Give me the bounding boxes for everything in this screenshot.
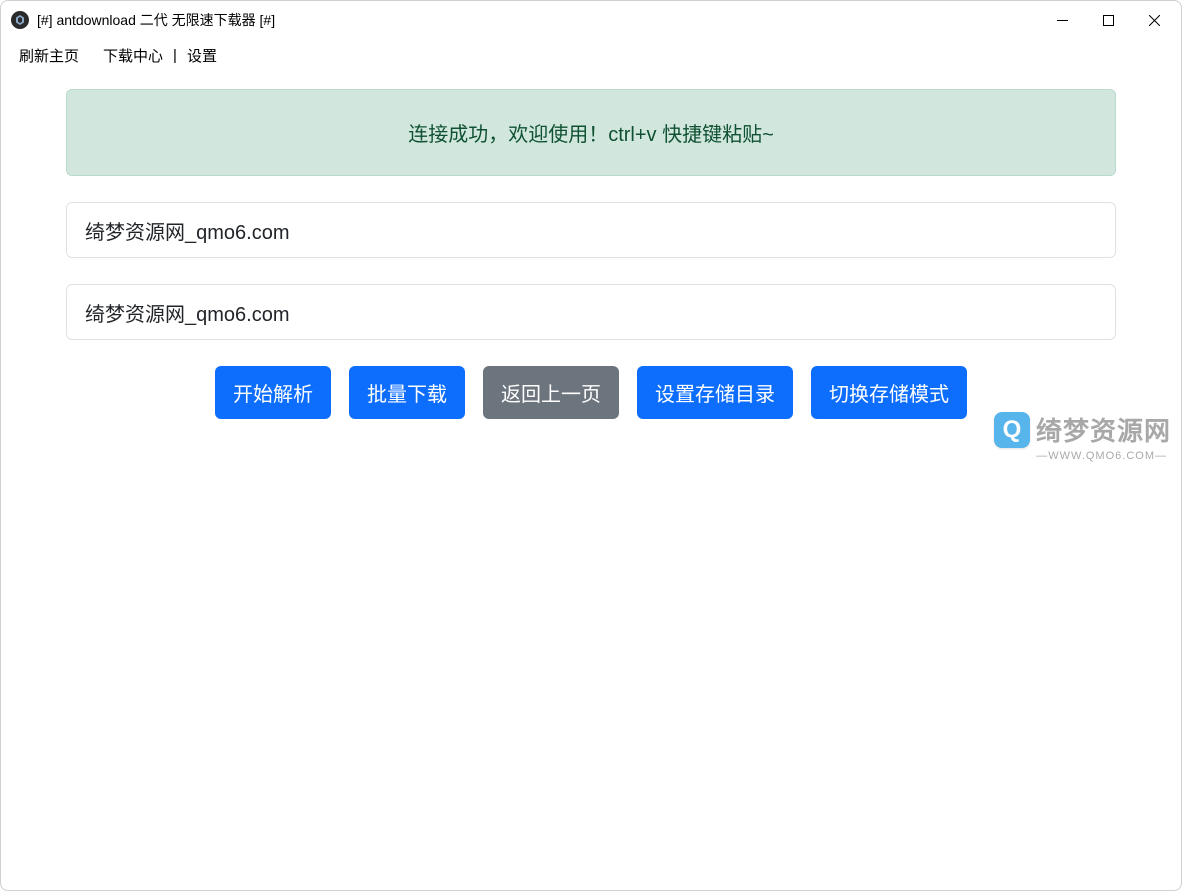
menu-download-center[interactable]: 下载中心	[99, 43, 167, 68]
watermark-text: 绮梦资源网	[1036, 411, 1171, 448]
close-button[interactable]	[1131, 4, 1177, 36]
close-icon	[1149, 15, 1160, 26]
set-storage-dir-button[interactable]: 设置存储目录	[637, 366, 793, 419]
app-icon	[11, 11, 29, 29]
minimize-button[interactable]	[1039, 4, 1085, 36]
menu-settings[interactable]: 设置	[183, 43, 221, 68]
watermark-main: Q 绮梦资源网	[994, 411, 1171, 448]
button-row: 开始解析 批量下载 返回上一页 设置存储目录 切换存储模式	[66, 366, 1116, 419]
menu-refresh[interactable]: 刷新主页	[15, 43, 83, 68]
url-input-2[interactable]	[66, 284, 1116, 340]
status-alert: 连接成功，欢迎使用！ctrl+v 快捷键粘贴~	[66, 89, 1116, 176]
titlebar: [#] antdownload 二代 无限速下载器 [#]	[1, 1, 1181, 39]
watermark-logo-icon: Q	[994, 412, 1030, 448]
minimize-icon	[1057, 15, 1068, 26]
url-input-1[interactable]	[66, 202, 1116, 258]
maximize-button[interactable]	[1085, 4, 1131, 36]
app-window: [#] antdownload 二代 无限速下载器 [#] 刷新主页 下载中心 …	[0, 0, 1182, 891]
maximize-icon	[1103, 15, 1114, 26]
go-back-button[interactable]: 返回上一页	[483, 366, 619, 419]
menu-separator: |	[171, 47, 179, 64]
start-parse-button[interactable]: 开始解析	[215, 366, 331, 419]
window-title: [#] antdownload 二代 无限速下载器 [#]	[37, 10, 1039, 30]
watermark: Q 绮梦资源网 —WWW.QMO6.COM—	[994, 411, 1171, 462]
window-controls	[1039, 4, 1177, 36]
batch-download-button[interactable]: 批量下载	[349, 366, 465, 419]
switch-storage-mode-button[interactable]: 切换存储模式	[811, 366, 967, 419]
menubar: 刷新主页 下载中心 | 设置	[1, 39, 1181, 71]
content-area: 连接成功，欢迎使用！ctrl+v 快捷键粘贴~ 开始解析 批量下载 返回上一页 …	[1, 71, 1181, 890]
watermark-subtext: —WWW.QMO6.COM—	[1036, 450, 1171, 462]
